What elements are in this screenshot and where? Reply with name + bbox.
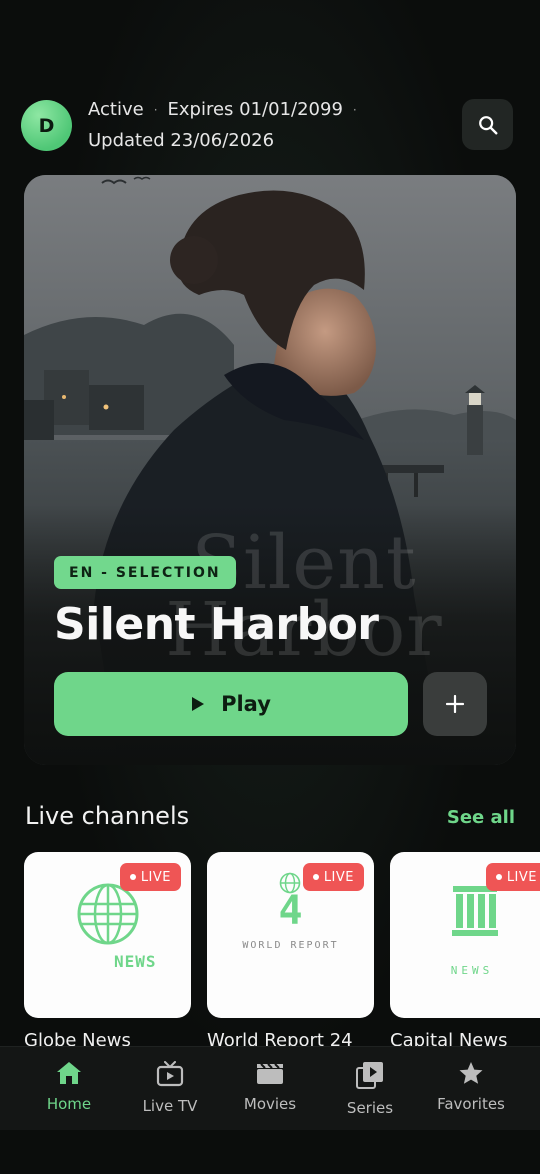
nav-item-home[interactable]: Home bbox=[19, 1061, 119, 1113]
live-badge: LIVE bbox=[302, 863, 364, 891]
separator: · bbox=[352, 103, 357, 117]
nav-item-series[interactable]: Series bbox=[320, 1061, 420, 1117]
channel-card[interactable]: NEWS LIVE Capital News bbox=[390, 852, 540, 1048]
live-badge: LIVE bbox=[119, 863, 181, 891]
channel-card[interactable]: NEWS LIVE Globe News bbox=[24, 852, 191, 1048]
see-all-link[interactable]: See all bbox=[447, 807, 515, 828]
channel-logo-card[interactable]: NEWS LIVE bbox=[390, 852, 540, 1018]
nav-item-live-tv[interactable]: Live TV bbox=[120, 1061, 220, 1115]
live-dot-icon bbox=[129, 874, 136, 880]
plus-icon bbox=[446, 695, 464, 713]
play-button[interactable]: Play bbox=[54, 672, 408, 736]
channel-card[interactable]: 4 WORLD REPORT LIVE World Report 24 bbox=[207, 852, 374, 1048]
search-icon bbox=[478, 115, 497, 134]
expires-text: Expires 01/01/2099 bbox=[167, 99, 343, 120]
capitol-building-icon bbox=[452, 886, 498, 936]
clapperboard-icon bbox=[257, 1063, 283, 1084]
system-area bbox=[0, 1130, 540, 1174]
nav-label: Series bbox=[346, 1099, 394, 1117]
tv-icon bbox=[156, 1061, 184, 1087]
live-dot-icon bbox=[495, 874, 502, 880]
add-to-list-button[interactable] bbox=[423, 672, 487, 736]
search-button[interactable] bbox=[462, 99, 513, 150]
subscription-status: Active · Expires 01/01/2099 · bbox=[88, 99, 367, 120]
star-icon bbox=[459, 1062, 483, 1084]
nav-label: Movies bbox=[243, 1095, 297, 1113]
category-badge: EN - SELECTION bbox=[54, 556, 236, 589]
live-badge-label: LIVE bbox=[506, 869, 537, 885]
bottom-navigation: Home Live TV Movies Series Favorites bbox=[0, 1046, 540, 1130]
play-button-label: Play bbox=[221, 692, 271, 716]
channel-logo-number: 4 bbox=[278, 888, 303, 934]
live-badge-label: LIVE bbox=[140, 869, 171, 885]
channel-logo-text: WORLD REPORT bbox=[242, 940, 339, 951]
hero-title: Silent Harbor bbox=[54, 599, 379, 650]
globe-icon bbox=[77, 883, 139, 945]
nav-label: Favorites bbox=[437, 1095, 505, 1113]
channel-logo-card[interactable]: 4 WORLD REPORT LIVE bbox=[207, 852, 374, 1018]
live-dot-icon bbox=[312, 874, 319, 880]
updated-text: Updated 23/06/2026 bbox=[88, 130, 275, 151]
live-badge: LIVE bbox=[485, 863, 540, 891]
channel-logo-card[interactable]: NEWS LIVE bbox=[24, 852, 191, 1018]
home-icon bbox=[57, 1062, 81, 1084]
header: D Active · Expires 01/01/2099 · Updated 23/… bbox=[21, 99, 519, 155]
live-channels-row: NEWS LIVE Globe News 4 WORLD REPORT LIVE… bbox=[24, 852, 540, 1048]
separator: · bbox=[153, 103, 158, 117]
nav-label: Live TV bbox=[142, 1097, 198, 1115]
channel-logo-text: NEWS bbox=[450, 964, 494, 977]
nav-label: Home bbox=[46, 1095, 92, 1113]
status-text: Active bbox=[88, 99, 144, 120]
live-channels-title: Live channels bbox=[25, 802, 190, 830]
series-icon bbox=[356, 1062, 383, 1089]
live-badge-label: LIVE bbox=[323, 869, 354, 885]
avatar[interactable]: D bbox=[21, 100, 72, 151]
nav-item-movies[interactable]: Movies bbox=[220, 1061, 320, 1113]
play-icon bbox=[192, 697, 205, 711]
channel-logo-text: NEWS bbox=[114, 952, 157, 971]
nav-item-favorites[interactable]: Favorites bbox=[421, 1061, 521, 1113]
featured-hero[interactable]: Silent Harbor EN - SELECTION Silent Harb… bbox=[24, 175, 516, 765]
